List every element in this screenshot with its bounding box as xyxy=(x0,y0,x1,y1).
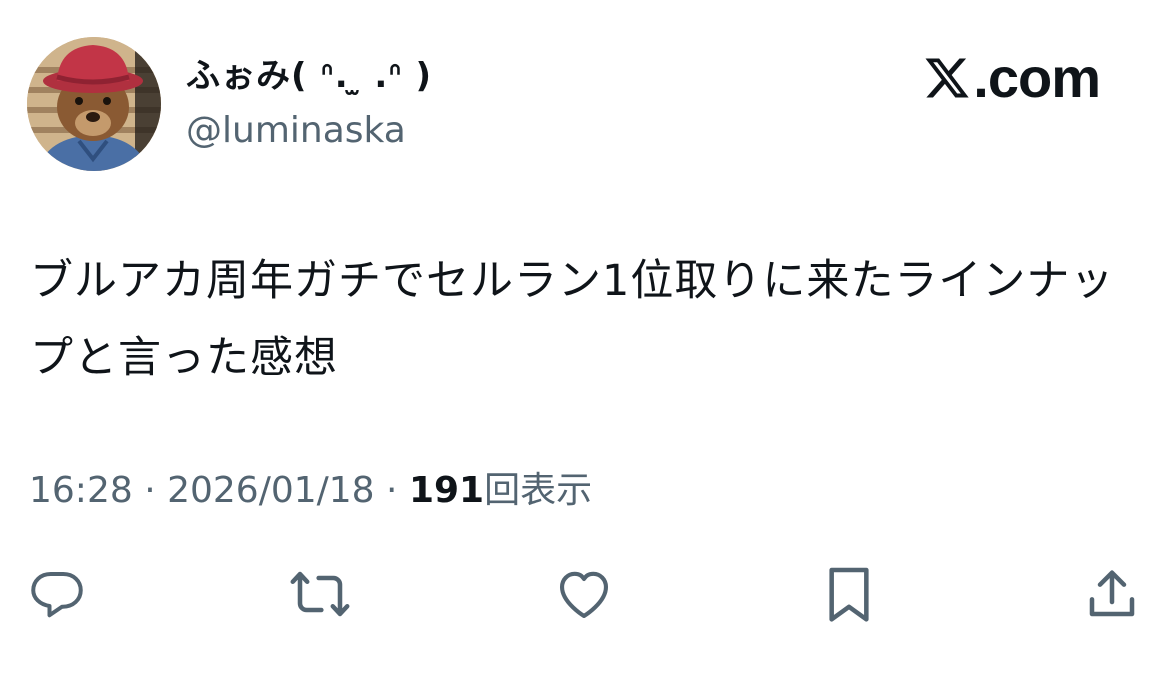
retweet-button[interactable] xyxy=(288,562,352,626)
views-label: 回表示 xyxy=(484,470,593,511)
tweet-text: ブルアカ周年ガチでセルラン1位取りに来たラインナップと言った感想 xyxy=(30,256,1115,383)
like-icon xyxy=(559,571,609,619)
brand-text: .com xyxy=(973,46,1101,109)
reply-button[interactable] xyxy=(25,562,89,626)
display-name[interactable]: ふぉみ( ᐢ. ̫ .ᐢ ) xyxy=(186,52,432,100)
meta-separator: · xyxy=(374,470,409,511)
bookmark-icon xyxy=(829,567,869,622)
x-logo-icon xyxy=(925,58,969,98)
share-button[interactable] xyxy=(1080,562,1144,626)
like-button[interactable] xyxy=(552,562,616,626)
avatar[interactable] xyxy=(27,37,161,171)
user-handle[interactable]: @luminaska xyxy=(186,107,406,155)
retweet-icon xyxy=(290,571,350,617)
x-com-brand: .com xyxy=(921,46,1101,109)
tweet-date[interactable]: 2026/01/18 xyxy=(167,470,375,511)
bookmark-button[interactable] xyxy=(817,562,881,626)
views-count: 191 xyxy=(408,470,485,511)
share-icon xyxy=(1089,570,1135,617)
reply-icon xyxy=(31,572,83,618)
tweet-meta: 16:28 · 2026/01/18 · 191回表示 xyxy=(29,465,592,517)
meta-separator: · xyxy=(132,470,168,511)
tweet-time[interactable]: 16:28 xyxy=(29,470,133,511)
bear-avatar-image xyxy=(27,37,161,171)
